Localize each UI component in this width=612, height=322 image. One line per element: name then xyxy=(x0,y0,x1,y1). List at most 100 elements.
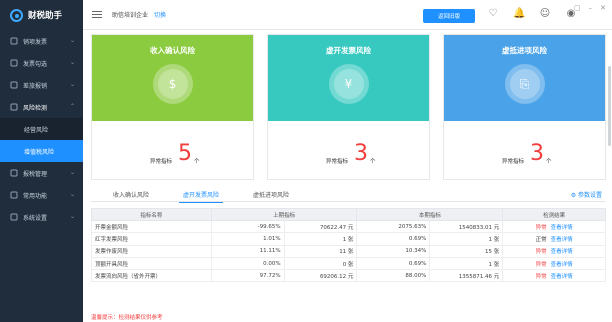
card-unit: 个 xyxy=(546,159,552,165)
view-details-link[interactable]: 查看详情 xyxy=(551,262,573,268)
tab-input-deduction-risk[interactable]: 虚抵进项风险 xyxy=(253,190,289,199)
sidebar-item-label: 增值税风险 xyxy=(24,148,55,156)
chevron-down-icon: ⌄ xyxy=(69,81,75,88)
close-icon[interactable]: ✕ xyxy=(600,4,606,12)
reimburse-icon xyxy=(10,81,18,89)
grid-icon xyxy=(10,191,18,199)
cell-curr-ratio: 0.69% xyxy=(356,256,431,271)
cell-curr-ratio: 88.00% xyxy=(356,269,431,283)
sidebar-item-2[interactable]: 差旅报销 ⌄ xyxy=(0,74,83,96)
chevron-down-icon: ⌄ xyxy=(69,213,75,220)
cell-prev-value: 11 张 xyxy=(283,244,358,258)
heart-icon[interactable]: ♡ xyxy=(487,8,499,20)
card-count: 5 xyxy=(178,141,192,166)
table-row: 顶额开具风险 0.00% 0 张 0.69% 1 张异常 查看详情 xyxy=(91,256,606,271)
view-details-link[interactable]: 查看详情 xyxy=(551,274,573,280)
col-header-curr: 本期指标 xyxy=(356,208,504,221)
logo-icon xyxy=(10,8,23,22)
cell-prev-value: 0 张 xyxy=(283,256,358,271)
card-title: 收入确认风险 xyxy=(150,46,195,55)
chevron-down-icon: ⌄ xyxy=(69,37,75,44)
col-header-name: 指标名称 xyxy=(91,208,212,221)
view-details-link[interactable]: 查看详情 xyxy=(551,237,573,243)
cell-name: 发票作废风险 xyxy=(91,244,212,258)
minimize-icon[interactable]: – xyxy=(589,4,593,12)
scrollbar[interactable] xyxy=(608,66,611,146)
bell-icon[interactable]: 🔔 xyxy=(513,8,525,20)
card-income-risk[interactable]: 收入确认风险 $ 异常指标 5 个 xyxy=(91,34,254,180)
invoice-icon xyxy=(10,37,18,45)
view-details-link[interactable]: 查看详情 xyxy=(551,225,573,231)
status-badge: 异常 xyxy=(535,273,547,280)
table-row: 红字发票风险 1.01% 1 张 0.69% 1 张正常 查看详情 xyxy=(91,232,606,246)
sidebar: 财税助手 销项发票 ⌄ 发票勾选 ⌄ 差旅报销 ⌄ 风险检测 ⌃ 经营风险 增值税风险 报税管理 ⌄ 常… xyxy=(0,0,83,322)
app-logo: 财税助手 xyxy=(0,0,83,30)
sidebar-item-6[interactable]: 报税管理 ⌄ xyxy=(0,162,83,184)
status-badge: 异常 xyxy=(535,224,547,231)
check-icon xyxy=(10,59,18,67)
cell-result: 异常 查看详情 xyxy=(502,269,606,283)
card-label: 异常指标 xyxy=(502,159,525,165)
card-count: 3 xyxy=(530,141,544,166)
chevron-down-icon: ⌄ xyxy=(69,191,75,198)
cell-result: 异常 查看详情 xyxy=(502,256,606,271)
chevron-down-icon: ⌄ xyxy=(69,169,75,176)
sidebar-item-1[interactable]: 发票勾选 ⌄ xyxy=(0,52,83,74)
company-name: 助信培训企业 xyxy=(112,12,149,19)
ticket-icon: ⎘ xyxy=(509,69,540,99)
card-unit: 个 xyxy=(194,159,200,165)
sidebar-item-3[interactable]: 风险检测 ⌃ xyxy=(0,96,83,118)
sidebar-item-0[interactable]: 销项发票 ⌄ xyxy=(0,30,83,52)
smile-icon[interactable]: ☺ xyxy=(539,8,551,20)
sidebar-item-label: 差旅报销 xyxy=(23,82,48,90)
card-false-invoice-risk[interactable]: 虚开发票风险 ¥ 异常指标 3 个 xyxy=(267,34,430,180)
tab-income-risk[interactable]: 收入确认风险 xyxy=(113,190,149,199)
sidebar-item-label: 报税管理 xyxy=(23,170,48,178)
back-to-old-version-button[interactable]: 返回旧版 xyxy=(423,9,475,23)
sidebar-item-label: 经营风险 xyxy=(24,126,49,134)
card-input-deduction-risk[interactable]: 虚抵进项风险 ⎘ 异常指标 3 个 xyxy=(443,34,606,180)
params-label: 参数设置 xyxy=(577,192,602,199)
chevron-down-icon: ⌄ xyxy=(69,59,75,66)
cell-name: 顶额开具风险 xyxy=(91,256,212,271)
sidebar-subitem-5[interactable]: 增值税风险 xyxy=(0,140,83,162)
sidebar-item-label: 风险检测 xyxy=(23,104,48,112)
cell-name: 发票流向风险（省外开票） xyxy=(91,269,212,283)
menu-toggle-icon[interactable] xyxy=(92,11,102,18)
sidebar-item-7[interactable]: 常用功能 ⌄ xyxy=(0,184,83,206)
table-row: 发票作废风险 11.11% 11 张 10.34% 15 张异常 查看详情 xyxy=(91,244,606,258)
cell-curr-ratio: 10.34% xyxy=(356,244,431,258)
card-label: 异常指标 xyxy=(326,159,349,165)
window-controls: ▢ – ✕ xyxy=(574,4,606,12)
cell-result: 正常 查看详情 xyxy=(502,232,606,246)
card-label: 异常指标 xyxy=(150,159,173,165)
sidebar-item-label: 销项发票 xyxy=(23,38,48,46)
switch-company-link[interactable]: 切换 xyxy=(154,10,166,19)
card-title: 虚抵进项风险 xyxy=(502,46,547,55)
status-badge: 正常 xyxy=(535,236,547,243)
sidebar-subitem-4[interactable]: 经营风险 xyxy=(0,118,83,140)
sidebar-item-label: 常用功能 xyxy=(23,192,48,200)
tax-icon xyxy=(10,169,18,177)
cell-prev-ratio: 11.11% xyxy=(210,244,285,258)
maximize-icon[interactable]: ▢ xyxy=(574,4,581,12)
params-settings-link[interactable]: ⚙ 参数设置 xyxy=(571,190,602,199)
app-name: 财税助手 xyxy=(28,11,63,21)
card-title: 虚开发票风险 xyxy=(326,46,371,55)
cell-prev-ratio: 1.01% xyxy=(210,232,285,246)
cell-prev-value: 70622.47 元 xyxy=(283,219,358,234)
sidebar-item-8[interactable]: 系统设置 ⌄ xyxy=(0,206,83,228)
cell-name: 红字发票风险 xyxy=(91,232,212,246)
cell-curr-value: 1 张 xyxy=(429,232,504,246)
cell-prev-ratio: 97.72% xyxy=(210,269,285,283)
cell-curr-ratio: 2075.63% xyxy=(356,219,431,234)
cell-curr-value: 1355871.46 元 xyxy=(429,269,504,283)
view-details-link[interactable]: 查看详情 xyxy=(551,249,573,255)
cell-prev-value: 69206.12 元 xyxy=(283,269,358,283)
table-row: 开票金额风险 -99.65% 70622.47 元 2075.63% 1540833.0… xyxy=(91,219,606,234)
risk-cards: 收入确认风险 $ 异常指标 5 个 虚开发票风险 ¥ 异常指标 3 个 虚抵进项… xyxy=(91,34,606,180)
gear-icon xyxy=(10,213,18,221)
risk-tabs: 收入确认风险 虚开发票风险 虚抵进项风险 ⚙ 参数设置 xyxy=(91,188,606,203)
cell-curr-value: 15 张 xyxy=(429,244,504,258)
tab-false-invoice-risk[interactable]: 虚开发票风险 xyxy=(178,190,224,203)
